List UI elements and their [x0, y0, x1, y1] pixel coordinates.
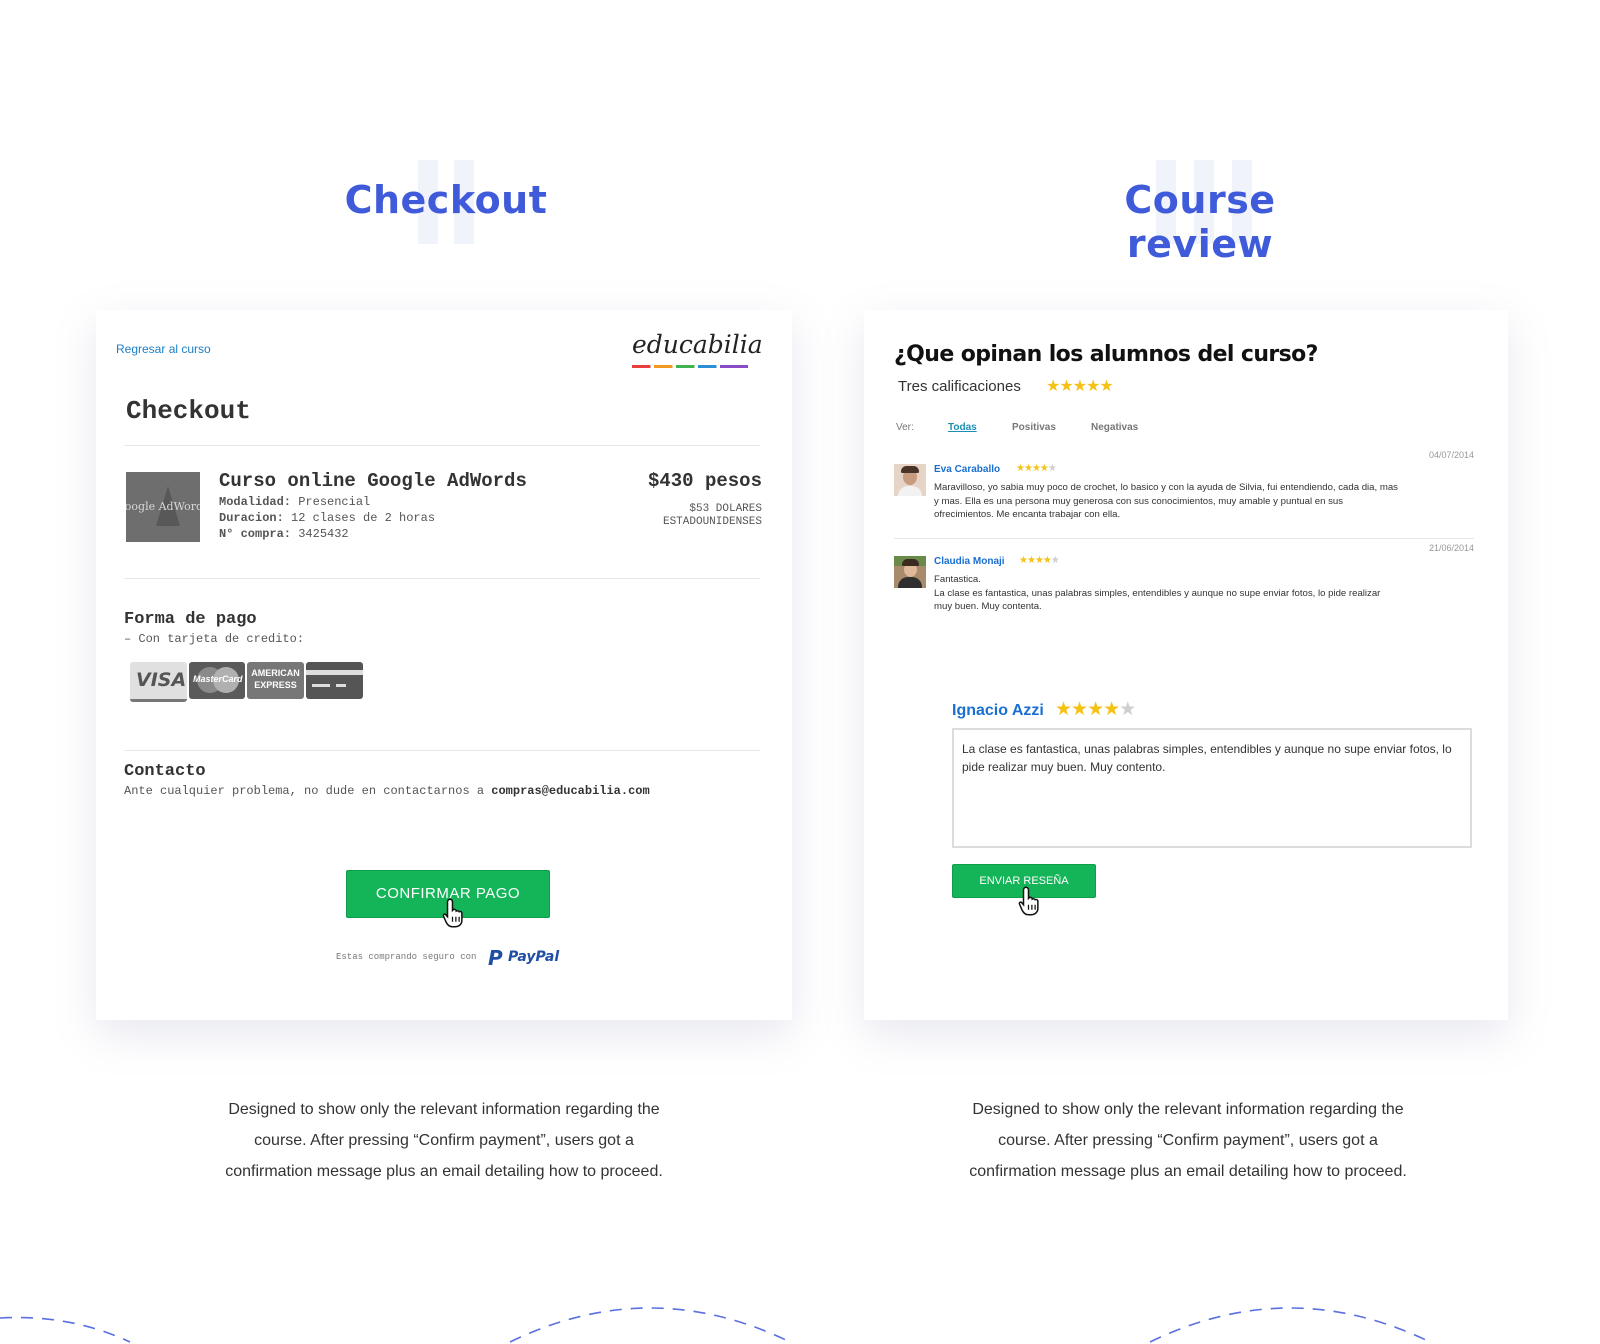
- review-stars: ★★★★★: [1019, 555, 1060, 566]
- contact-email[interactable]: compras@educabilia.com: [491, 784, 649, 798]
- avatar[interactable]: [894, 464, 926, 496]
- review-textarea-text: La clase es fantastica, unas palabras si…: [962, 742, 1452, 774]
- logo-text: educabilia: [632, 330, 763, 359]
- star-icon[interactable]: ★: [1055, 699, 1072, 720]
- divider: [124, 578, 760, 579]
- reviewer-name[interactable]: Eva Caraballo: [934, 464, 1000, 475]
- tab-todas[interactable]: Todas: [948, 422, 977, 433]
- course-details: Modalidad: Presencial Duracion: 12 clase…: [219, 494, 435, 542]
- review-item: 04/07/2014 Eva Caraballo ★★★★★ Maravillo…: [894, 450, 1474, 534]
- star-icon: ★: [1031, 463, 1041, 474]
- ratings-label: Tres calificaciones: [898, 378, 1021, 395]
- visa-card-icon[interactable]: VISA: [130, 662, 187, 702]
- mastercard-icon[interactable]: MasterCard: [189, 662, 245, 699]
- review-section-heading: Course review: [1124, 178, 1276, 266]
- amex-card-icon[interactable]: AMERICAN EXPRESS: [247, 662, 304, 699]
- duracion-label: Duracion:: [219, 511, 284, 525]
- contact-title: Contacto: [124, 762, 206, 781]
- logo-underline: [632, 365, 748, 368]
- star-icon: ★: [1026, 555, 1036, 566]
- payment-subtitle: – Con tarjeta de credito:: [124, 632, 305, 646]
- tab-positivas[interactable]: Positivas: [1012, 422, 1056, 433]
- review-title: ¿Que opinan los alumnos del curso?: [894, 342, 1318, 367]
- star-icon: ★: [1019, 555, 1028, 566]
- course-price-usd: $53 DOLARES ESTADOUNIDENSES: [663, 503, 762, 529]
- contact-text: Ante cualquier problema, no dude en cont…: [124, 784, 485, 798]
- filter-label: Ver:: [896, 422, 914, 433]
- compra-value: 3425432: [298, 527, 349, 541]
- star-icon[interactable]: ★: [1087, 699, 1104, 720]
- review-textarea[interactable]: La clase es fantastica, unas palabras si…: [952, 728, 1472, 848]
- hand-cursor-icon: [442, 898, 463, 928]
- review-date: 04/07/2014: [1428, 450, 1474, 460]
- star-icon[interactable]: ★: [1071, 699, 1088, 720]
- review-item: 21/06/2014 Claudia Monaji ★★★★★ Fantasti…: [894, 543, 1474, 627]
- price-usd-line2: ESTADOUNIDENSES: [662, 516, 762, 528]
- star-icon: ★: [1099, 378, 1113, 395]
- checkout-description: Designed to show only the relevant infor…: [225, 1101, 663, 1180]
- duracion-value: 12 clases de 2 horas: [291, 511, 436, 525]
- checkout-card: Regresar al curso educabilia Checkout Go…: [96, 310, 792, 1020]
- form-reviewer-name: Ignacio Azzi: [952, 702, 1044, 719]
- course-price: $430 pesos: [647, 470, 762, 492]
- divider: [124, 750, 760, 751]
- star-icon: ★: [1039, 463, 1049, 474]
- price-usd-line1: $53 DOLARES: [689, 503, 762, 515]
- form-star-rating[interactable]: ★★★★★: [1055, 698, 1136, 721]
- review-text: Maravilloso, yo sabia muy poco de croche…: [934, 482, 1398, 520]
- overall-stars: ★★★★★: [1046, 376, 1114, 396]
- star-empty-icon: ★: [1047, 463, 1057, 474]
- generic-card-icon[interactable]: [306, 662, 363, 699]
- star-icon: ★: [1034, 555, 1044, 566]
- course-name: Curso online Google AdWords: [219, 470, 527, 492]
- review-card: ¿Que opinan los alumnos del curso? Tres …: [864, 310, 1508, 1020]
- star-icon: ★: [1072, 378, 1087, 395]
- star-icon: ★: [1042, 555, 1052, 566]
- paypal-icon: P: [488, 946, 503, 970]
- checkout-section-heading: Checkout: [344, 178, 548, 222]
- review-date: 21/06/2014: [1428, 543, 1474, 553]
- review-description: Designed to show only the relevant infor…: [969, 1101, 1407, 1180]
- star-icon: ★: [1059, 378, 1073, 395]
- tab-negativas[interactable]: Negativas: [1091, 422, 1138, 433]
- paypal-text: PayPal: [508, 949, 560, 965]
- educabilia-logo[interactable]: educabilia: [632, 330, 763, 370]
- reviewer-name[interactable]: Claudia Monaji: [934, 556, 1005, 567]
- star-icon[interactable]: ★: [1103, 699, 1120, 720]
- back-to-course-link[interactable]: Regresar al curso: [116, 342, 211, 356]
- contact-text-row: Ante cualquier problema, no dude en cont…: [124, 784, 650, 798]
- compra-label: N° compra:: [219, 527, 292, 541]
- avatar[interactable]: [894, 556, 926, 588]
- star-empty-icon: ★: [1050, 555, 1060, 566]
- secure-text: Estas comprando seguro con: [336, 952, 477, 962]
- star-icon: ★: [1023, 463, 1033, 474]
- star-icon: ★: [1046, 378, 1060, 395]
- star-empty-icon[interactable]: ★: [1119, 699, 1136, 720]
- modalidad-value: Presencial: [298, 495, 371, 509]
- course-thumbnail: Google AdWords: [126, 472, 200, 542]
- payment-title: Forma de pago: [124, 610, 257, 629]
- review-stars: ★★★★★: [1016, 463, 1057, 474]
- thumb-text: Google AdWords: [126, 500, 200, 513]
- hand-cursor-icon: [1018, 886, 1039, 916]
- star-icon: ★: [1016, 463, 1025, 474]
- decorative-arcs: [0, 1307, 1431, 1343]
- checkout-title: Checkout: [126, 396, 251, 426]
- review-text: Fantastica. La clase es fantastica, unas…: [934, 574, 1381, 612]
- divider: [894, 538, 1474, 539]
- star-icon: ★: [1086, 378, 1100, 395]
- modalidad-label: Modalidad:: [219, 495, 292, 509]
- divider: [124, 445, 760, 446]
